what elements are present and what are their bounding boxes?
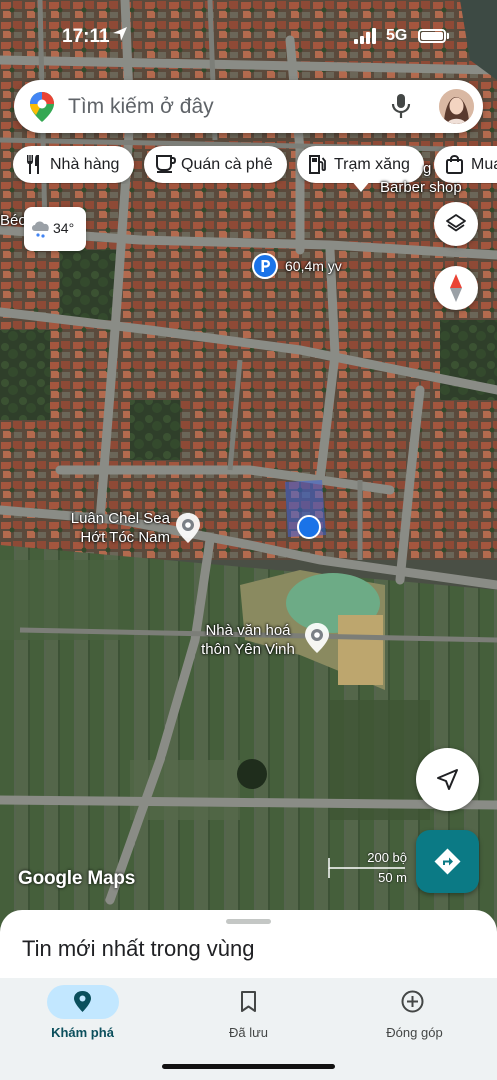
location-pin-icon xyxy=(74,991,91,1012)
poi-label-cultural-house-line1: Nhà văn hoá xyxy=(205,622,291,639)
chip-restaurants-label: Nhà hàng xyxy=(50,156,120,173)
layers-button[interactable] xyxy=(434,202,478,246)
status-time: 17:11 xyxy=(62,26,110,47)
poi-pin-barber-icon[interactable] xyxy=(351,180,371,192)
poi-pin-icon[interactable] xyxy=(303,622,331,654)
battery-tip xyxy=(447,33,449,39)
parking-icon[interactable] xyxy=(252,253,278,279)
directions-button[interactable] xyxy=(416,830,479,893)
avatar[interactable] xyxy=(439,89,474,124)
poi-label-barber-1-line2: Hớt Tóc Nam xyxy=(80,529,170,546)
network-type: 5G xyxy=(386,27,408,44)
scale-meters: 50 m xyxy=(378,870,407,885)
gas-station-icon xyxy=(309,155,326,174)
chip-restaurants[interactable]: Nhà hàng xyxy=(13,146,134,183)
poi-label-barber-shop[interactable]: Barber shop xyxy=(380,178,462,197)
signal-icon xyxy=(354,28,376,44)
sheet-title: Tin mới nhất trong vùng xyxy=(22,936,255,961)
nav-item-saved[interactable]: Đã lưu xyxy=(166,978,331,1058)
parking-label[interactable]: 60,4m yv xyxy=(285,257,342,276)
battery-icon xyxy=(418,29,446,43)
restaurant-icon xyxy=(27,155,39,174)
layers-icon xyxy=(446,214,466,232)
shopping-bag-icon xyxy=(446,155,463,174)
weather-temperature: 34° xyxy=(53,220,75,236)
chip-shopping-label: Mua xyxy=(471,156,497,173)
scale-feet: 200 bộ xyxy=(367,850,407,865)
coffee-icon xyxy=(156,155,176,173)
search-input[interactable]: Tìm kiếm ở đây xyxy=(68,80,368,133)
chip-coffee-label: Quán cà phê xyxy=(181,156,273,173)
poi-pin-icon[interactable] xyxy=(174,512,202,544)
location-arrow-icon xyxy=(113,27,127,41)
status-bar: 17:11 5G xyxy=(0,0,497,70)
poi-label-barber-prefix: g xyxy=(423,160,432,177)
poi-label-cultural-house[interactable]: Nhà văn hoá thôn Yên Vinh xyxy=(196,621,300,659)
poi-label-beo[interactable]: Béo xyxy=(0,211,27,230)
chip-coffee[interactable]: Quán cà phê xyxy=(144,146,287,183)
nav-item-explore[interactable]: Khám phá xyxy=(0,978,165,1058)
search-bar[interactable]: Tìm kiếm ở đây xyxy=(14,80,483,133)
microphone-icon[interactable] xyxy=(391,93,411,119)
add-circle-icon xyxy=(401,990,424,1013)
profile-picture-icon xyxy=(439,89,474,124)
google-maps-logo-icon xyxy=(30,92,54,122)
nav-label-saved: Đã lưu xyxy=(228,1025,269,1040)
sheet-drag-handle[interactable] xyxy=(226,919,271,924)
bookmark-icon xyxy=(241,991,256,1012)
my-location-button[interactable] xyxy=(416,748,479,811)
cloud-rain-icon xyxy=(32,221,49,238)
directions-icon xyxy=(434,848,461,875)
map-scale: 200 bộ 50 m xyxy=(325,848,407,888)
home-indicator[interactable] xyxy=(162,1064,335,1069)
nav-label-explore: Khám phá xyxy=(51,1025,114,1040)
navigation-arrow-icon xyxy=(437,769,458,790)
compass-icon xyxy=(450,274,462,302)
nav-item-contribute[interactable]: Đóng góp xyxy=(332,978,497,1058)
poi-label-cultural-house-line2: thôn Yên Vinh xyxy=(201,641,295,658)
nav-label-contribute: Đóng góp xyxy=(386,1025,443,1040)
poi-label-barber-1-line1: Luân Chel Sea xyxy=(70,510,170,527)
weather-badge[interactable]: 34° xyxy=(24,207,86,251)
poi-label-barber-1[interactable]: Luân Chel Sea Hớt Tóc Nam xyxy=(56,509,170,547)
google-maps-attribution: Google Maps xyxy=(18,868,136,889)
compass-button[interactable] xyxy=(434,266,478,310)
current-location-dot-icon[interactable] xyxy=(297,515,321,539)
